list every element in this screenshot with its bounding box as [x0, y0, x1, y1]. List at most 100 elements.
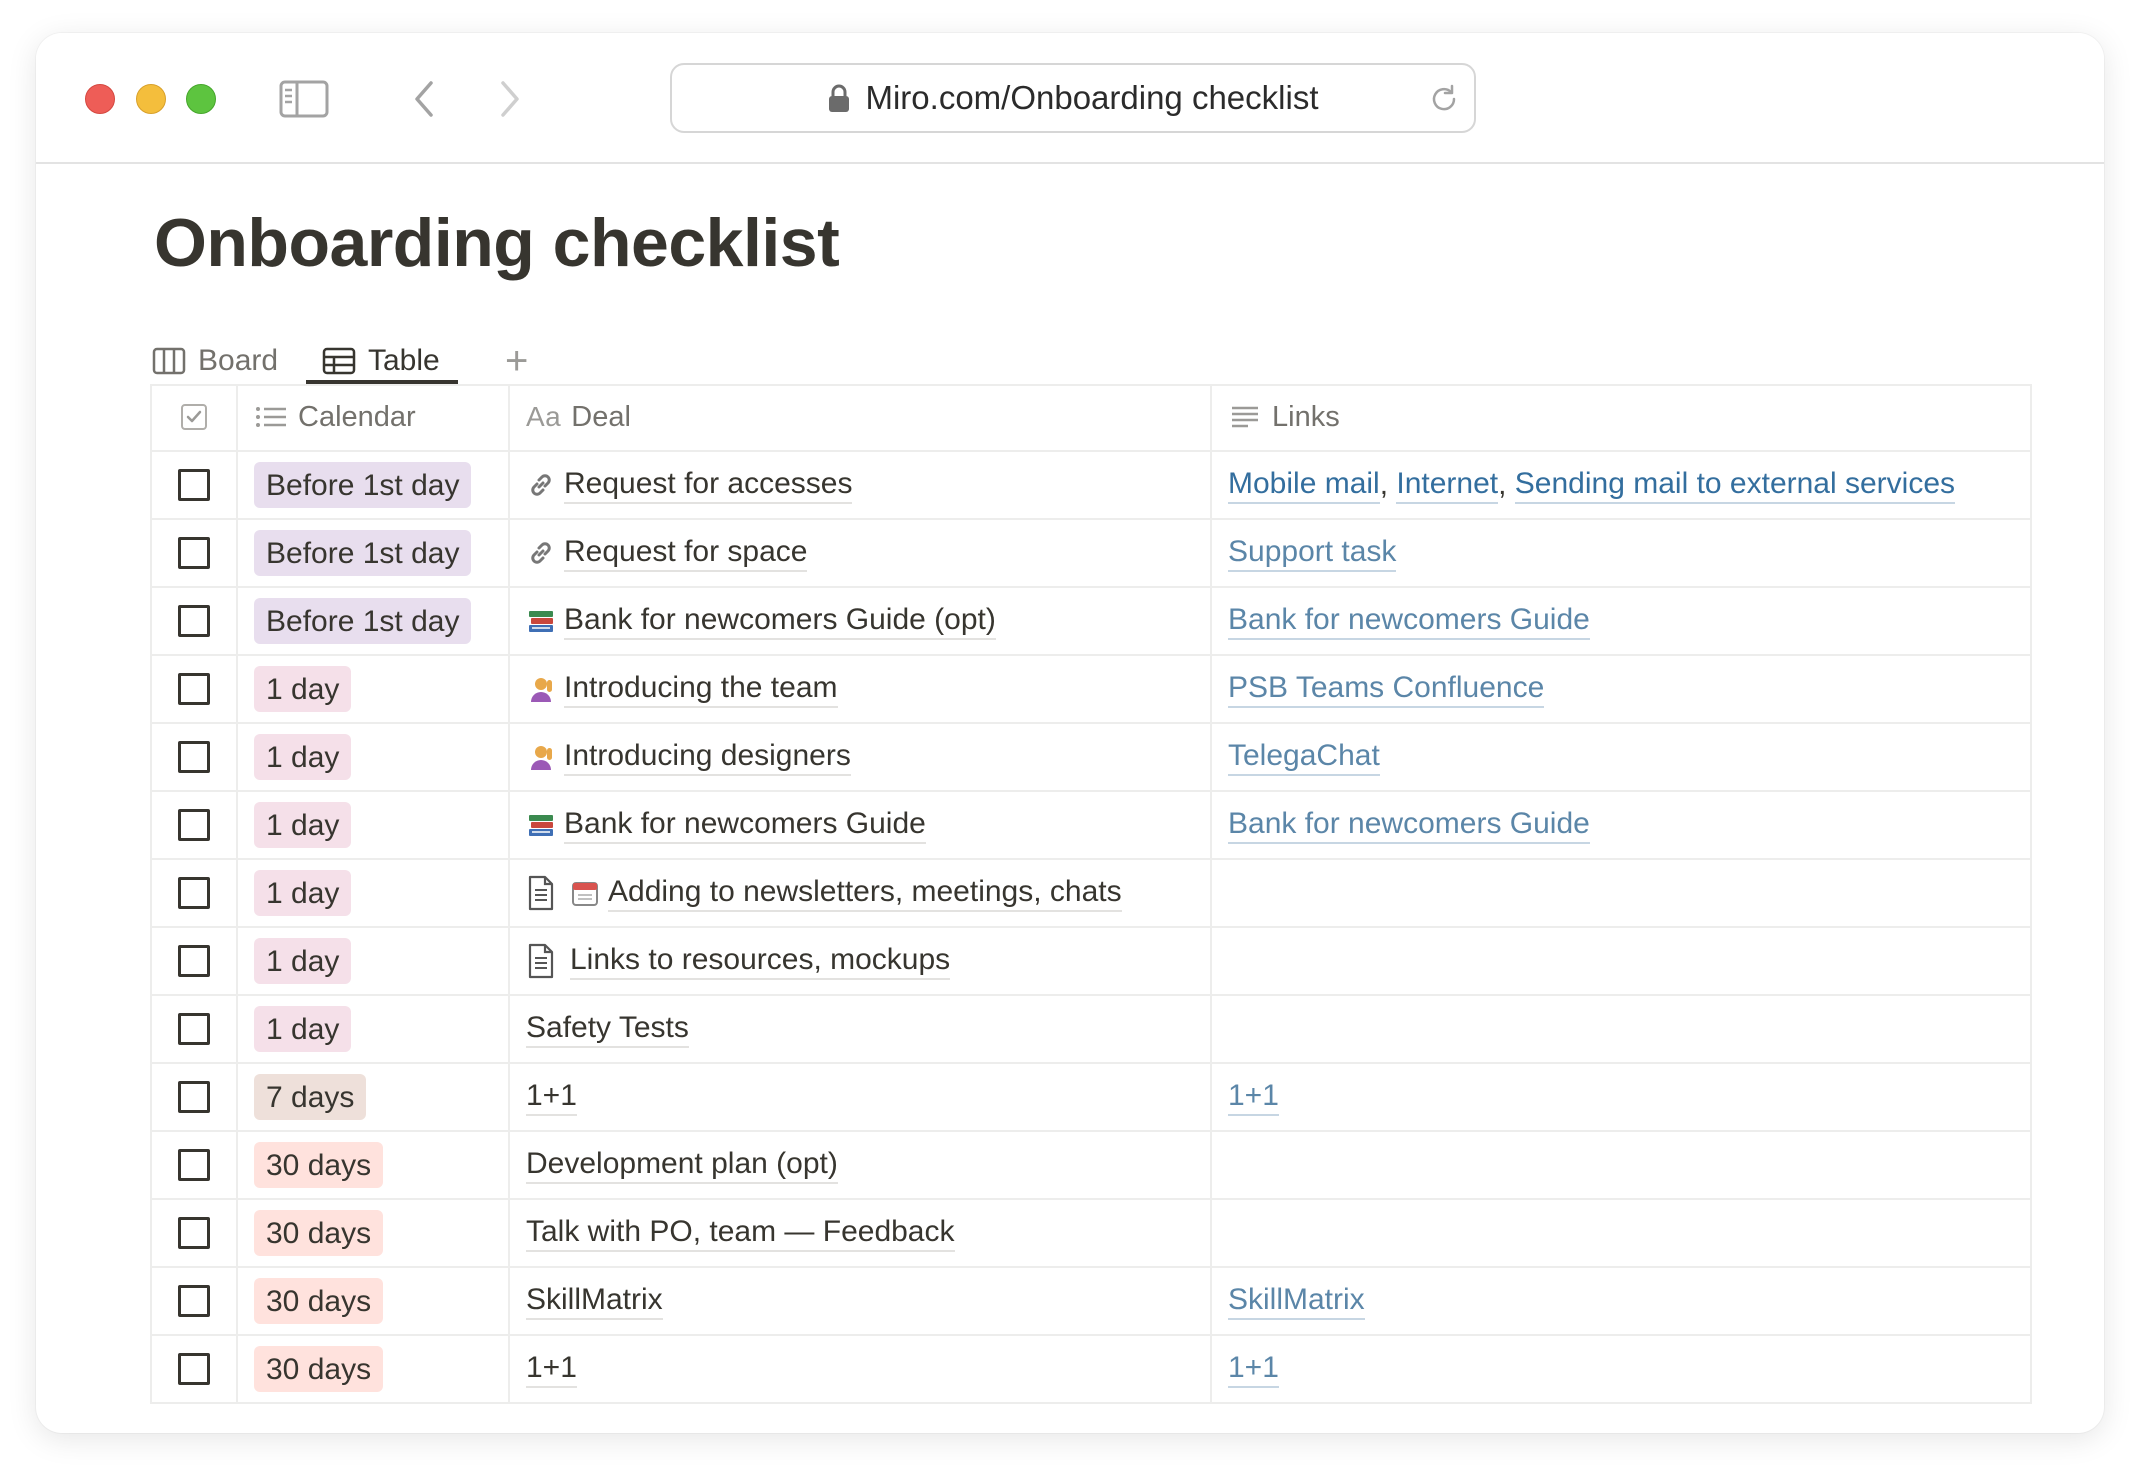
- deal-cell[interactable]: Introducing designers: [510, 724, 1212, 790]
- header-check-cell[interactable]: [152, 384, 238, 450]
- calendar-cell[interactable]: 30 days: [238, 1268, 510, 1334]
- row-checkbox[interactable]: [178, 1149, 210, 1181]
- deal-title[interactable]: Introducing the team: [564, 670, 838, 708]
- deal-cell[interactable]: Introducing the team: [510, 656, 1212, 722]
- row-checkbox[interactable]: [178, 809, 210, 841]
- row-checkbox[interactable]: [178, 945, 210, 977]
- deal-cell[interactable]: Safety Tests: [510, 996, 1212, 1062]
- row-checkbox[interactable]: [178, 877, 210, 909]
- url-text: Miro.com/Onboarding checklist: [865, 79, 1319, 116]
- deal-cell[interactable]: Bank for newcomers Guide: [510, 792, 1212, 858]
- link-icon: [526, 470, 556, 500]
- calendar-cell[interactable]: 1 day: [238, 996, 510, 1062]
- deal-cell[interactable]: Talk with PO, team — Feedback: [510, 1200, 1212, 1266]
- calendar-cell[interactable]: 1 day: [238, 792, 510, 858]
- links-cell[interactable]: TelegaChat: [1212, 724, 2030, 790]
- minimize-window-button[interactable]: [136, 84, 166, 114]
- deal-title[interactable]: Request for space: [564, 534, 808, 572]
- links-cell[interactable]: [1212, 1200, 2030, 1266]
- row-checkbox[interactable]: [178, 469, 210, 501]
- deal-cell[interactable]: Adding to newsletters, meetings, chats: [510, 860, 1212, 926]
- deal-cell[interactable]: Request for accesses: [510, 452, 1212, 518]
- lock-icon: [829, 84, 850, 112]
- row-checkbox[interactable]: [178, 537, 210, 569]
- row-checkbox[interactable]: [178, 1013, 210, 1045]
- row-checkbox[interactable]: [178, 1285, 210, 1317]
- zoom-window-button[interactable]: [186, 84, 216, 114]
- deal-title[interactable]: Bank for newcomers Guide: [564, 806, 926, 844]
- books-icon: [526, 606, 556, 636]
- deal-cell[interactable]: Request for space: [510, 520, 1212, 586]
- calendar-cell[interactable]: Before 1st day: [238, 452, 510, 518]
- link-separator: ,: [1498, 468, 1515, 501]
- deal-title[interactable]: Bank for newcomers Guide (opt): [564, 602, 996, 640]
- header-deal[interactable]: Aa Deal: [510, 384, 1212, 450]
- deal-title[interactable]: SkillMatrix: [526, 1282, 663, 1320]
- deal-title[interactable]: Adding to newsletters, meetings, chats: [608, 874, 1122, 912]
- deal-cell[interactable]: 1+1: [510, 1064, 1212, 1130]
- links-cell[interactable]: Support task: [1212, 520, 2030, 586]
- header-links[interactable]: Links: [1212, 384, 2030, 450]
- resource-link[interactable]: Bank for newcomers Guide: [1228, 602, 1590, 640]
- calendar-tag: 1 day: [254, 870, 352, 916]
- calendar-cell[interactable]: 1 day: [238, 860, 510, 926]
- resource-link[interactable]: TelegaChat: [1228, 738, 1380, 776]
- header-calendar[interactable]: Calendar: [238, 384, 510, 450]
- deal-title[interactable]: Talk with PO, team — Feedback: [526, 1214, 955, 1252]
- resource-link[interactable]: Internet: [1396, 466, 1499, 504]
- resource-link[interactable]: 1+1: [1228, 1350, 1279, 1388]
- links-cell[interactable]: SkillMatrix: [1212, 1268, 2030, 1334]
- deal-cell[interactable]: 1+1: [510, 1336, 1212, 1402]
- links-cell[interactable]: 1+1: [1212, 1336, 2030, 1402]
- row-checkbox[interactable]: [178, 1353, 210, 1385]
- resource-link[interactable]: Sending mail to external services: [1514, 466, 1956, 504]
- links-cell[interactable]: Bank for newcomers Guide: [1212, 792, 2030, 858]
- links-cell[interactable]: 1+1: [1212, 1064, 2030, 1130]
- calendar-cell[interactable]: Before 1st day: [238, 520, 510, 586]
- links-cell[interactable]: [1212, 860, 2030, 926]
- resource-link[interactable]: Mobile mail: [1228, 466, 1380, 504]
- row-checkbox[interactable]: [178, 741, 210, 773]
- calendar-cell[interactable]: 1 day: [238, 656, 510, 722]
- row-checkbox[interactable]: [178, 673, 210, 705]
- calendar-cell[interactable]: 1 day: [238, 724, 510, 790]
- resource-link[interactable]: Support task: [1228, 534, 1397, 572]
- links-cell[interactable]: [1212, 928, 2030, 994]
- deal-cell[interactable]: Links to resources, mockups: [510, 928, 1212, 994]
- links-cell[interactable]: [1212, 996, 2030, 1062]
- links-cell[interactable]: Mobile mail, Internet, Sending mail to e…: [1212, 452, 2030, 518]
- calendar-cell[interactable]: Before 1st day: [238, 588, 510, 654]
- calendar-cell[interactable]: 30 days: [238, 1132, 510, 1198]
- deal-title[interactable]: Development plan (opt): [526, 1146, 838, 1184]
- row-checkbox[interactable]: [178, 605, 210, 637]
- table-row: 1 day Introducing the team PSB Teams Confl…: [152, 656, 2030, 724]
- deal-title[interactable]: Introducing designers: [564, 738, 851, 776]
- reload-icon[interactable]: [1428, 83, 1460, 115]
- resource-link[interactable]: PSB Teams Confluence: [1228, 670, 1545, 708]
- links-cell[interactable]: Bank for newcomers Guide: [1212, 588, 2030, 654]
- resource-link[interactable]: Bank for newcomers Guide: [1228, 806, 1590, 844]
- links-cell[interactable]: [1212, 1132, 2030, 1198]
- calendar-cell[interactable]: 1 day: [238, 928, 510, 994]
- sidebar-toggle-icon[interactable]: [278, 79, 330, 119]
- address-bar[interactable]: Miro.com/Onboarding checklist: [670, 63, 1476, 133]
- deal-title[interactable]: Safety Tests: [526, 1010, 689, 1048]
- deal-title[interactable]: 1+1: [526, 1350, 577, 1388]
- deal-title[interactable]: Request for accesses: [564, 466, 853, 504]
- calendar-cell[interactable]: 7 days: [238, 1064, 510, 1130]
- deal-title[interactable]: 1+1: [526, 1078, 577, 1116]
- back-arrow-icon[interactable]: [398, 79, 450, 119]
- row-checkbox[interactable]: [178, 1081, 210, 1113]
- resource-link[interactable]: 1+1: [1228, 1078, 1279, 1116]
- row-checkbox[interactable]: [178, 1217, 210, 1249]
- calendar-cell[interactable]: 30 days: [238, 1200, 510, 1266]
- deal-cell[interactable]: Bank for newcomers Guide (opt): [510, 588, 1212, 654]
- links-cell[interactable]: PSB Teams Confluence: [1212, 656, 2030, 722]
- deal-cell[interactable]: SkillMatrix: [510, 1268, 1212, 1334]
- deal-title[interactable]: Links to resources, mockups: [570, 942, 951, 980]
- calendar-cell[interactable]: 30 days: [238, 1336, 510, 1402]
- forward-arrow-icon[interactable]: [484, 79, 536, 119]
- deal-cell[interactable]: Development plan (opt): [510, 1132, 1212, 1198]
- resource-link[interactable]: SkillMatrix: [1228, 1282, 1365, 1320]
- close-window-button[interactable]: [85, 84, 115, 114]
